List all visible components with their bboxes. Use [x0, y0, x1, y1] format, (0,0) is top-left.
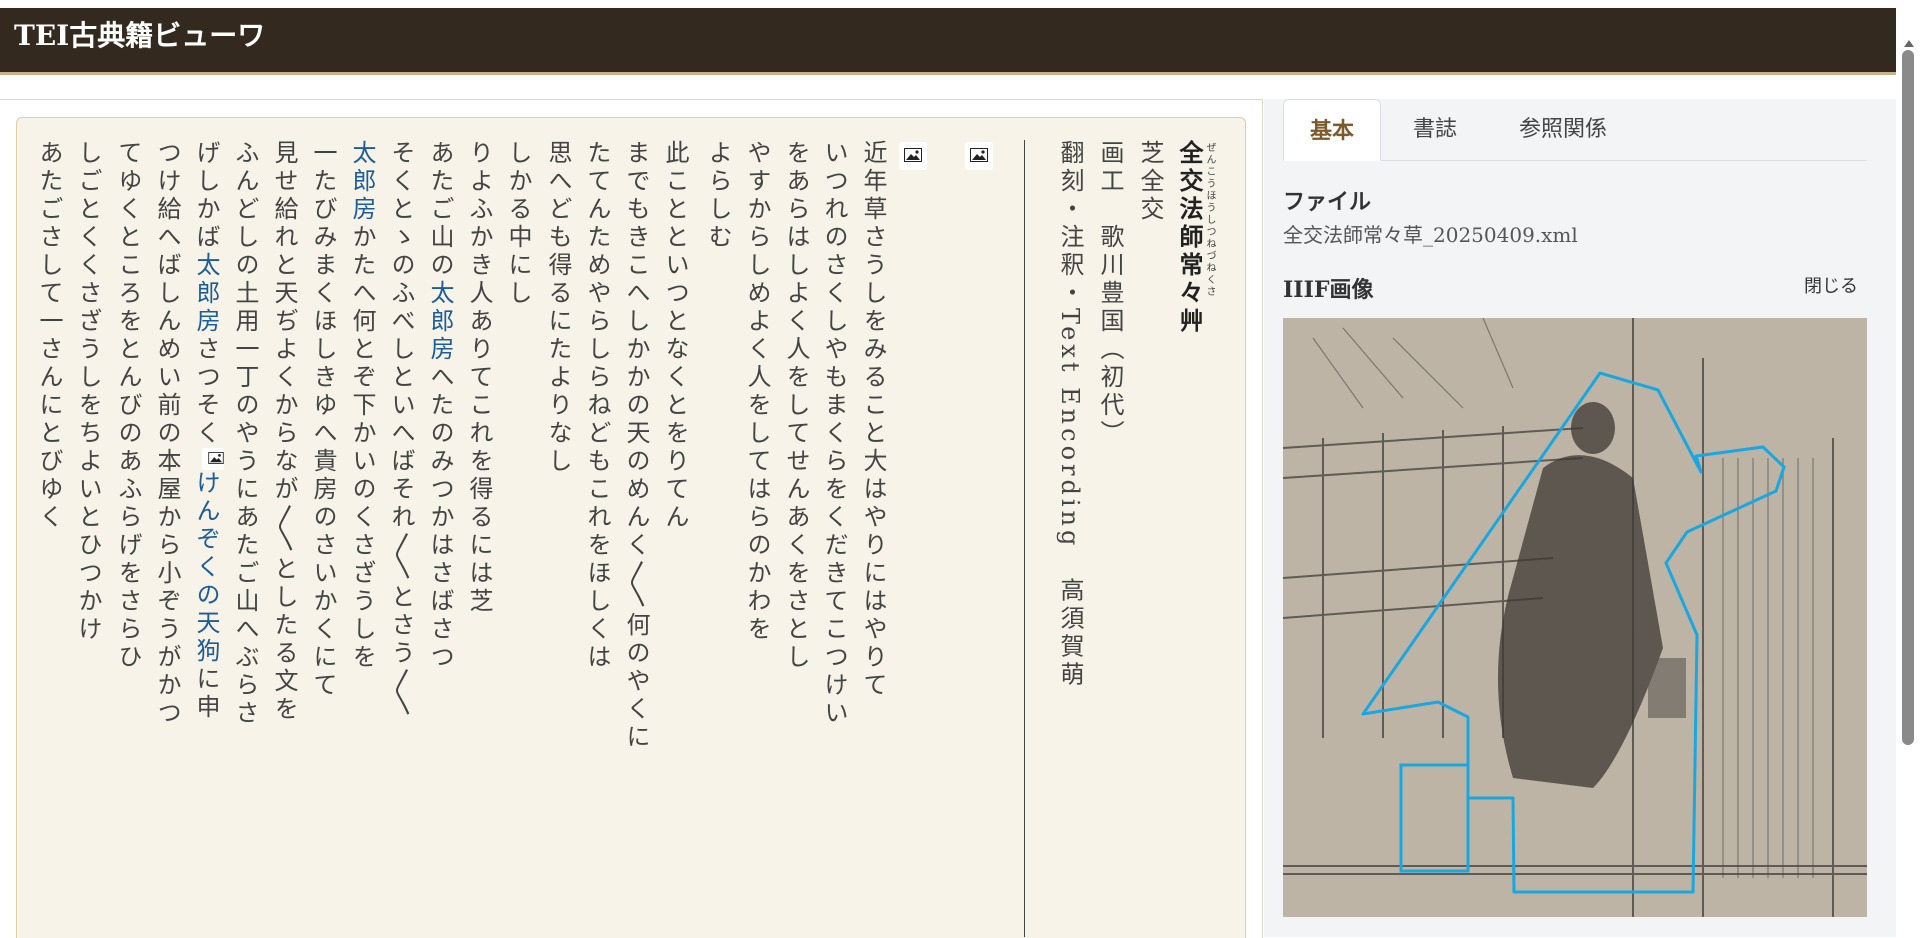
- text-line: 一たびみまくほしきゆへ貴房のさいかくにて: [309, 140, 337, 700]
- tab-references[interactable]: 参照関係: [1493, 99, 1633, 159]
- text-line: しごとくくさざうしをちよいとひつかけ: [74, 140, 102, 644]
- person-link[interactable]: 太郎房: [426, 280, 454, 364]
- text-segment: かたへ何とぞ下かいのくさざうしを: [348, 224, 376, 672]
- text-line: たてんためやらしらねどもこれをほしくは: [583, 140, 611, 672]
- text-segment: げしかば: [192, 140, 220, 252]
- text-line: やすからしめよく人をしてはらのかわを: [743, 140, 771, 644]
- tab-bibliography[interactable]: 書誌: [1387, 99, 1483, 159]
- text-line: ふんどしの土用一丁のやうにあたご山へぶらさ: [231, 140, 259, 728]
- close-button[interactable]: 閉じる: [1804, 272, 1858, 298]
- text-segment: あたご山の: [426, 140, 454, 280]
- person-link[interactable]: 太郎房: [348, 140, 376, 224]
- person-link[interactable]: 太郎房: [192, 252, 220, 336]
- image-icon[interactable]: [965, 142, 993, 170]
- image-icon[interactable]: [201, 448, 224, 470]
- illustrator-line: 画工 歌川豊国（初代）: [1096, 140, 1124, 448]
- text-line: 思へども得るにたよりなし: [544, 140, 572, 476]
- text-line: そくとゝのふべしといへばそれ〳〵とさう〳〵: [387, 140, 415, 720]
- scroll-thumb[interactable]: [1902, 50, 1914, 745]
- tab-basic[interactable]: 基本: [1283, 99, 1381, 161]
- text-line: 見せ給れと天ぢよくからなが〳〵としたる文を: [270, 140, 298, 724]
- text-line: あたごさして一さんにとびゆく: [35, 140, 63, 532]
- text-line: げしかば太郎房さつそくけんぞくの天狗に申: [192, 140, 224, 722]
- text-line: りよふかき人ありてこれを得るには芝: [465, 140, 493, 616]
- text-line: つけ給へばしんめい前の本屋から小ぞうがかつ: [153, 140, 181, 728]
- app-title: TEI古典籍ビューワ: [14, 19, 266, 52]
- text-line: をあらはしよく人をしてせんあくをさとし: [782, 140, 810, 672]
- tab-bar: 基本 書誌 参照関係: [1283, 99, 1867, 161]
- image-icon[interactable]: [899, 142, 927, 170]
- scroll-up-icon[interactable]: [1904, 40, 1914, 47]
- text-line: てゆくところをとんびのあふらげをさらひ: [114, 140, 142, 672]
- author-line: 芝全交: [1136, 140, 1164, 224]
- transcriber-line: 翻刻・注釈・Text Encording 高須賀萌: [1056, 140, 1084, 690]
- text-segment: に申: [192, 666, 220, 722]
- text-line: よらしむ: [704, 140, 732, 252]
- file-name: 全交法師常々草_20250409.xml: [1283, 223, 1578, 247]
- app-header: TEI古典籍ビューワ: [0, 8, 1896, 75]
- text-segment: さつそく: [192, 336, 220, 448]
- entity-link[interactable]: けんぞくの天狗: [192, 470, 220, 666]
- column-divider: [1024, 140, 1025, 937]
- file-label: ファイル: [1283, 189, 1372, 215]
- woodblock-illustration: [1283, 318, 1867, 917]
- text-line: いつれのさくしやもまくらをくだきてこつけい: [820, 140, 848, 728]
- text-line: 太郎房かたへ何とぞ下かいのくさざうしを: [348, 140, 376, 672]
- iiif-label: IIIF画像: [1283, 277, 1374, 303]
- document-title: 全交法師常々艸: [1175, 140, 1204, 336]
- text-line: あたご山の太郎房へたのみつかはさばさつ: [426, 140, 454, 672]
- title-ruby: ぜんこうほうしつねづねくさ: [1204, 142, 1215, 298]
- text-line: しかる中にし: [504, 140, 532, 308]
- text-line: 近年草さうしをみること大はやりにはやりて: [859, 140, 887, 700]
- iiif-image[interactable]: [1283, 318, 1867, 917]
- text-line: 此ことといつとなくとをりてん: [661, 140, 689, 532]
- text-line: までもきこへしかかの天のめんく〳〵何のやくに: [622, 140, 650, 752]
- text-segment: へたのみつかはさばさつ: [426, 364, 454, 672]
